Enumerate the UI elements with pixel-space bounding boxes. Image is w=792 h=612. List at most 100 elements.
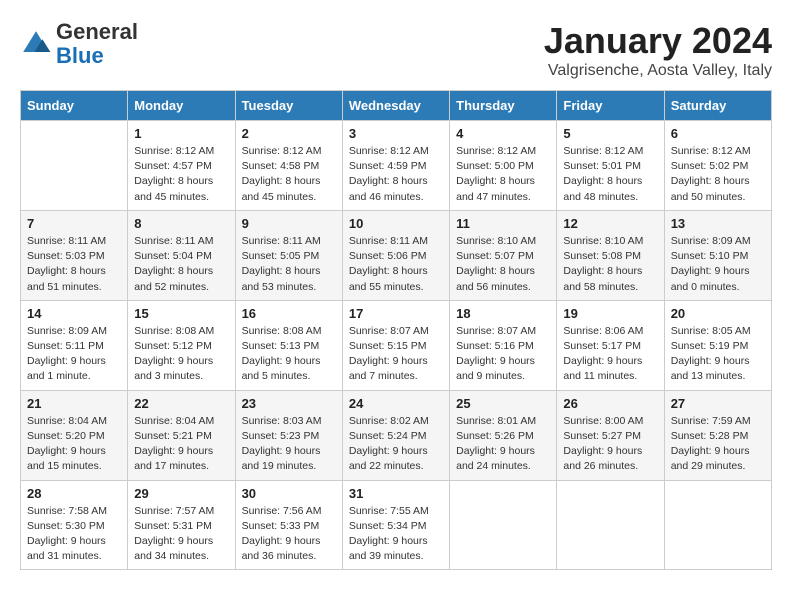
day-info: Sunrise: 7:57 AMSunset: 5:31 PMDaylight:… <box>134 504 228 565</box>
column-header-sunday: Sunday <box>21 91 128 121</box>
calendar-cell: 12Sunrise: 8:10 AMSunset: 5:08 PMDayligh… <box>557 210 664 300</box>
calendar-cell <box>664 480 771 570</box>
logo-text: General Blue <box>56 20 138 68</box>
calendar-cell: 21 Sunrise: 8:04 AMSunset: 5:20 PMDayligh… <box>21 390 128 480</box>
day-number: 16 <box>242 306 336 321</box>
day-info: Sunrise: 8:11 AMSunset: 5:03 PMDaylight:… <box>27 234 121 295</box>
column-header-thursday: Thursday <box>450 91 557 121</box>
day-number: 30 <box>242 486 336 501</box>
day-number: 28 <box>27 486 121 501</box>
day-info: Sunrise: 8:09 AMSunset: 5:10 PMDaylight:… <box>671 234 765 295</box>
calendar-cell: 26 Sunrise: 8:00 AMSunset: 5:27 PMDayligh… <box>557 390 664 480</box>
logo-icon <box>20 28 52 60</box>
day-info: Sunrise: 8:07 AMSunset: 5:16 PMDaylight:… <box>456 324 550 385</box>
day-number: 25 <box>456 396 550 411</box>
day-info: Sunrise: 8:09 AMSunset: 5:11 PMDaylight:… <box>27 324 121 385</box>
page-header: General Blue January 2024 Valgrisenche, … <box>20 20 772 80</box>
calendar-cell: 3Sunrise: 8:12 AMSunset: 4:59 PMDaylight… <box>342 121 449 211</box>
day-number: 4 <box>456 126 550 141</box>
day-info: Sunrise: 7:56 AMSunset: 5:33 PMDaylight:… <box>242 504 336 565</box>
column-header-friday: Friday <box>557 91 664 121</box>
calendar-week-row: 21 Sunrise: 8:04 AMSunset: 5:20 PMDayligh… <box>21 390 772 480</box>
calendar-cell: 31 Sunrise: 7:55 AMSunset: 5:34 PMDayligh… <box>342 480 449 570</box>
calendar-cell: 29 Sunrise: 7:57 AMSunset: 5:31 PMDayligh… <box>128 480 235 570</box>
logo-general: General <box>56 19 138 44</box>
calendar-cell: 1Sunrise: 8:12 AMSunset: 4:57 PMDaylight… <box>128 121 235 211</box>
calendar-cell: 13 Sunrise: 8:09 AMSunset: 5:10 PMDayligh… <box>664 210 771 300</box>
logo: General Blue <box>20 20 138 68</box>
day-number: 26 <box>563 396 657 411</box>
column-header-saturday: Saturday <box>664 91 771 121</box>
day-info: Sunrise: 8:05 AMSunset: 5:19 PMDaylight:… <box>671 324 765 385</box>
day-info: Sunrise: 8:10 AMSunset: 5:07 PMDaylight:… <box>456 234 550 295</box>
day-number: 21 <box>27 396 121 411</box>
calendar-cell: 28 Sunrise: 7:58 AMSunset: 5:30 PMDayligh… <box>21 480 128 570</box>
day-number: 29 <box>134 486 228 501</box>
calendar-cell: 2Sunrise: 8:12 AMSunset: 4:58 PMDaylight… <box>235 121 342 211</box>
calendar-cell: 5 Sunrise: 8:12 AMSunset: 5:01 PMDaylight… <box>557 121 664 211</box>
calendar-cell: 30 Sunrise: 7:56 AMSunset: 5:33 PMDayligh… <box>235 480 342 570</box>
calendar-cell <box>557 480 664 570</box>
logo-blue: Blue <box>56 43 104 68</box>
day-info: Sunrise: 8:04 AMSunset: 5:20 PMDaylight:… <box>27 414 121 475</box>
calendar-cell: 14Sunrise: 8:09 AMSunset: 5:11 PMDayligh… <box>21 300 128 390</box>
day-number: 23 <box>242 396 336 411</box>
day-info: Sunrise: 8:12 AMSunset: 5:00 PMDaylight:… <box>456 144 550 205</box>
calendar-cell: 27 Sunrise: 7:59 AMSunset: 5:28 PMDayligh… <box>664 390 771 480</box>
title-block: January 2024 Valgrisenche, Aosta Valley,… <box>544 20 772 80</box>
calendar-week-row: 28 Sunrise: 7:58 AMSunset: 5:30 PMDayligh… <box>21 480 772 570</box>
day-number: 11 <box>456 216 550 231</box>
day-info: Sunrise: 8:07 AMSunset: 5:15 PMDaylight:… <box>349 324 443 385</box>
calendar-cell: 11 Sunrise: 8:10 AMSunset: 5:07 PMDayligh… <box>450 210 557 300</box>
main-title: January 2024 <box>544 20 772 62</box>
day-number: 31 <box>349 486 443 501</box>
day-number: 13 <box>671 216 765 231</box>
day-info: Sunrise: 8:03 AMSunset: 5:23 PMDaylight:… <box>242 414 336 475</box>
day-info: Sunrise: 8:11 AMSunset: 5:06 PMDaylight:… <box>349 234 443 295</box>
day-number: 27 <box>671 396 765 411</box>
day-info: Sunrise: 8:01 AMSunset: 5:26 PMDaylight:… <box>456 414 550 475</box>
day-number: 15 <box>134 306 228 321</box>
calendar-cell: 4 Sunrise: 8:12 AMSunset: 5:00 PMDaylight… <box>450 121 557 211</box>
day-info: Sunrise: 8:08 AMSunset: 5:12 PMDaylight:… <box>134 324 228 385</box>
column-header-monday: Monday <box>128 91 235 121</box>
day-info: Sunrise: 8:12 AMSunset: 4:58 PMDaylight:… <box>242 144 336 205</box>
column-header-wednesday: Wednesday <box>342 91 449 121</box>
calendar-cell: 7 Sunrise: 8:11 AMSunset: 5:03 PMDaylight… <box>21 210 128 300</box>
day-number: 10 <box>349 216 443 231</box>
day-info: Sunrise: 7:59 AMSunset: 5:28 PMDaylight:… <box>671 414 765 475</box>
calendar-cell: 22 Sunrise: 8:04 AMSunset: 5:21 PMDayligh… <box>128 390 235 480</box>
day-number: 5 <box>563 126 657 141</box>
calendar-cell: 20Sunrise: 8:05 AMSunset: 5:19 PMDayligh… <box>664 300 771 390</box>
calendar-cell: 16Sunrise: 8:08 AMSunset: 5:13 PMDayligh… <box>235 300 342 390</box>
day-number: 9 <box>242 216 336 231</box>
day-number: 19 <box>563 306 657 321</box>
day-info: Sunrise: 8:12 AMSunset: 5:02 PMDaylight:… <box>671 144 765 205</box>
calendar-cell: 10 Sunrise: 8:11 AMSunset: 5:06 PMDayligh… <box>342 210 449 300</box>
day-info: Sunrise: 8:11 AMSunset: 5:05 PMDaylight:… <box>242 234 336 295</box>
day-info: Sunrise: 7:55 AMSunset: 5:34 PMDaylight:… <box>349 504 443 565</box>
day-number: 22 <box>134 396 228 411</box>
column-header-tuesday: Tuesday <box>235 91 342 121</box>
day-number: 17 <box>349 306 443 321</box>
day-number: 7 <box>27 216 121 231</box>
day-number: 18 <box>456 306 550 321</box>
day-number: 8 <box>134 216 228 231</box>
day-info: Sunrise: 8:10 AMSunset: 5:08 PMDaylight:… <box>563 234 657 295</box>
day-info: Sunrise: 8:12 AMSunset: 4:59 PMDaylight:… <box>349 144 443 205</box>
day-info: Sunrise: 8:06 AMSunset: 5:17 PMDaylight:… <box>563 324 657 385</box>
day-info: Sunrise: 8:04 AMSunset: 5:21 PMDaylight:… <box>134 414 228 475</box>
calendar-week-row: 7 Sunrise: 8:11 AMSunset: 5:03 PMDaylight… <box>21 210 772 300</box>
calendar-cell: 17 Sunrise: 8:07 AMSunset: 5:15 PMDayligh… <box>342 300 449 390</box>
day-info: Sunrise: 8:12 AMSunset: 5:01 PMDaylight:… <box>563 144 657 205</box>
calendar-cell: 15 Sunrise: 8:08 AMSunset: 5:12 PMDayligh… <box>128 300 235 390</box>
calendar-cell: 19 Sunrise: 8:06 AMSunset: 5:17 PMDayligh… <box>557 300 664 390</box>
day-info: Sunrise: 7:58 AMSunset: 5:30 PMDaylight:… <box>27 504 121 565</box>
day-number: 24 <box>349 396 443 411</box>
calendar-week-row: 1Sunrise: 8:12 AMSunset: 4:57 PMDaylight… <box>21 121 772 211</box>
calendar-cell: 25 Sunrise: 8:01 AMSunset: 5:26 PMDayligh… <box>450 390 557 480</box>
calendar-table: SundayMondayTuesdayWednesdayThursdayFrid… <box>20 90 772 570</box>
day-info: Sunrise: 8:02 AMSunset: 5:24 PMDaylight:… <box>349 414 443 475</box>
day-info: Sunrise: 8:00 AMSunset: 5:27 PMDaylight:… <box>563 414 657 475</box>
calendar-cell: 6Sunrise: 8:12 AMSunset: 5:02 PMDaylight… <box>664 121 771 211</box>
